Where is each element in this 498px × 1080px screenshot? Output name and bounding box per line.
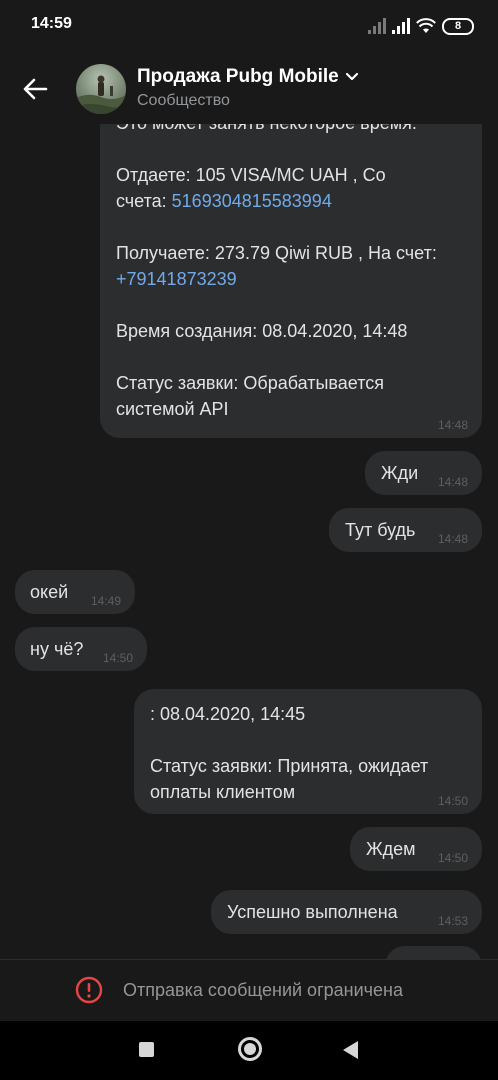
restriction-bar: Отправка сообщений ограничена xyxy=(0,959,498,1021)
message-bubble-outgoing[interactable]: Успешно выполнена 14:53 xyxy=(211,890,482,934)
warning-icon xyxy=(75,976,103,1004)
chat-title-row[interactable]: Продажа Pubg Mobile xyxy=(137,66,359,88)
avatar[interactable] xyxy=(76,64,126,114)
message-bubble-outgoing[interactable] xyxy=(385,946,482,959)
system-nav-bar xyxy=(0,1021,498,1080)
back-button[interactable] xyxy=(18,72,52,106)
message-bubble-incoming[interactable]: окей 14:49 xyxy=(15,570,135,614)
wifi-icon xyxy=(416,18,436,33)
message-text: Успешно выполнена xyxy=(227,902,398,922)
message-list[interactable]: Это может занять некоторое время. Отдает… xyxy=(0,124,498,959)
home-button[interactable] xyxy=(238,1037,262,1061)
message-bubble-outgoing[interactable]: Ждем 14:50 xyxy=(350,827,482,871)
status-icons: 8 xyxy=(368,16,474,36)
message-time: 14:48 xyxy=(437,532,468,546)
chevron-down-icon xyxy=(345,72,358,81)
message-bubble-outgoing[interactable]: Жди 14:48 xyxy=(365,451,482,495)
message-time: 14:48 xyxy=(437,475,468,489)
system-back-button[interactable] xyxy=(343,1041,358,1059)
message-bubble-outgoing[interactable]: : 08.04.2020, 14:45 Статус заявки: Приня… xyxy=(134,689,482,814)
message-bubble-incoming[interactable]: ну чё? 14:50 xyxy=(15,627,147,671)
chat-header: Продажа Pubg Mobile Сообщество xyxy=(0,52,498,124)
message-time: 14:50 xyxy=(102,651,133,665)
card-number-link[interactable]: 5169304815583994 xyxy=(172,191,332,211)
chat-title: Продажа Pubg Mobile xyxy=(137,66,339,87)
message-time: 14:49 xyxy=(90,594,121,608)
phone-link[interactable]: +79141873239 xyxy=(116,269,237,289)
signal-icon xyxy=(392,18,410,34)
back-arrow-icon xyxy=(23,78,48,100)
message-text: : 08.04.2020, 14:45 Статус заявки: Приня… xyxy=(150,704,429,802)
message-bubble-outgoing[interactable]: Тут будь 14:48 xyxy=(329,508,482,552)
message-time: 14:50 xyxy=(437,794,468,808)
message-bubble-outgoing[interactable]: Это может занять некоторое время. Отдает… xyxy=(100,124,482,438)
status-bar: 14:59 8 xyxy=(0,0,498,52)
battery-indicator: 8 xyxy=(442,17,474,35)
message-text: Это может занять некоторое время. Отдает… xyxy=(116,124,437,419)
message-time: 14:50 xyxy=(437,851,468,865)
message-time: 14:48 xyxy=(437,418,468,432)
recents-button[interactable] xyxy=(139,1042,154,1057)
signal-icon xyxy=(368,18,386,34)
chat-subtitle: Сообщество xyxy=(137,92,230,109)
message-time: 14:53 xyxy=(437,914,468,928)
restriction-text: Отправка сообщений ограничена xyxy=(123,980,403,1000)
status-time: 14:59 xyxy=(31,15,72,32)
